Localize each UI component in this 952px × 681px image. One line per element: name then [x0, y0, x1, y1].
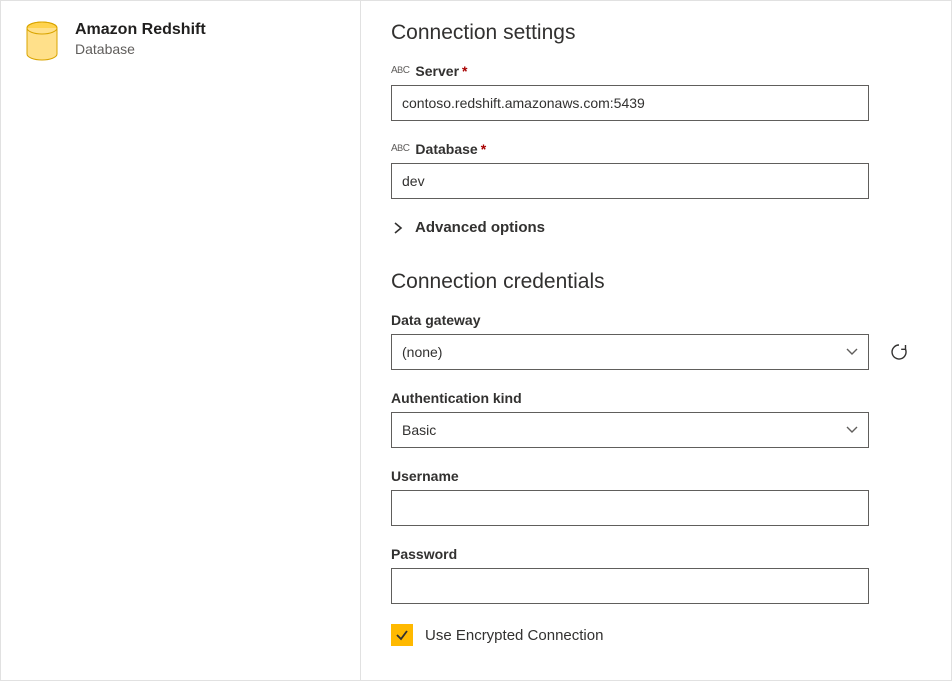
database-field: ABC Database*	[391, 141, 915, 199]
data-gateway-selected-value: (none)	[402, 344, 442, 360]
database-input[interactable]	[391, 163, 869, 199]
chevron-down-icon	[846, 424, 858, 436]
username-label: Username	[391, 468, 915, 484]
password-label: Password	[391, 546, 915, 562]
advanced-options-label: Advanced options	[415, 219, 545, 236]
auth-kind-select[interactable]: Basic	[391, 412, 869, 448]
refresh-gateway-button[interactable]	[887, 340, 911, 364]
refresh-icon	[889, 342, 909, 362]
chevron-right-icon	[391, 221, 405, 235]
data-gateway-field: Data gateway (none)	[391, 312, 915, 370]
database-icon	[25, 21, 59, 64]
encrypted-connection-label: Use Encrypted Connection	[425, 627, 603, 644]
server-label: Server*	[415, 63, 467, 79]
encrypted-connection-checkbox[interactable]	[391, 624, 413, 646]
text-type-icon: ABC	[391, 144, 409, 154]
username-input[interactable]	[391, 490, 869, 526]
encrypted-connection-row: Use Encrypted Connection	[391, 624, 915, 646]
connector-title-block: Amazon Redshift Database	[75, 21, 206, 57]
connection-settings-heading: Connection settings	[391, 21, 915, 45]
username-field: Username	[391, 468, 915, 526]
connection-credentials-heading: Connection credentials	[391, 270, 915, 294]
data-gateway-select[interactable]: (none)	[391, 334, 869, 370]
connector-title: Amazon Redshift	[75, 21, 206, 39]
text-type-icon: ABC	[391, 66, 409, 76]
server-field: ABC Server*	[391, 63, 915, 121]
main-panel: Connection settings ABC Server* ABC Data…	[361, 1, 951, 680]
auth-kind-label: Authentication kind	[391, 390, 915, 406]
server-input[interactable]	[391, 85, 869, 121]
checkmark-icon	[395, 628, 409, 642]
chevron-down-icon	[846, 346, 858, 358]
auth-kind-selected-value: Basic	[402, 422, 436, 438]
connector-sidebar: Amazon Redshift Database	[1, 1, 361, 680]
required-marker: *	[462, 63, 467, 79]
auth-kind-field: Authentication kind Basic	[391, 390, 915, 448]
database-label: Database*	[415, 141, 486, 157]
data-gateway-label: Data gateway	[391, 312, 915, 328]
required-marker: *	[481, 141, 486, 157]
connector-subtitle: Database	[75, 41, 206, 57]
password-input[interactable]	[391, 568, 869, 604]
password-field: Password	[391, 546, 915, 604]
advanced-options-toggle[interactable]: Advanced options	[391, 219, 915, 236]
